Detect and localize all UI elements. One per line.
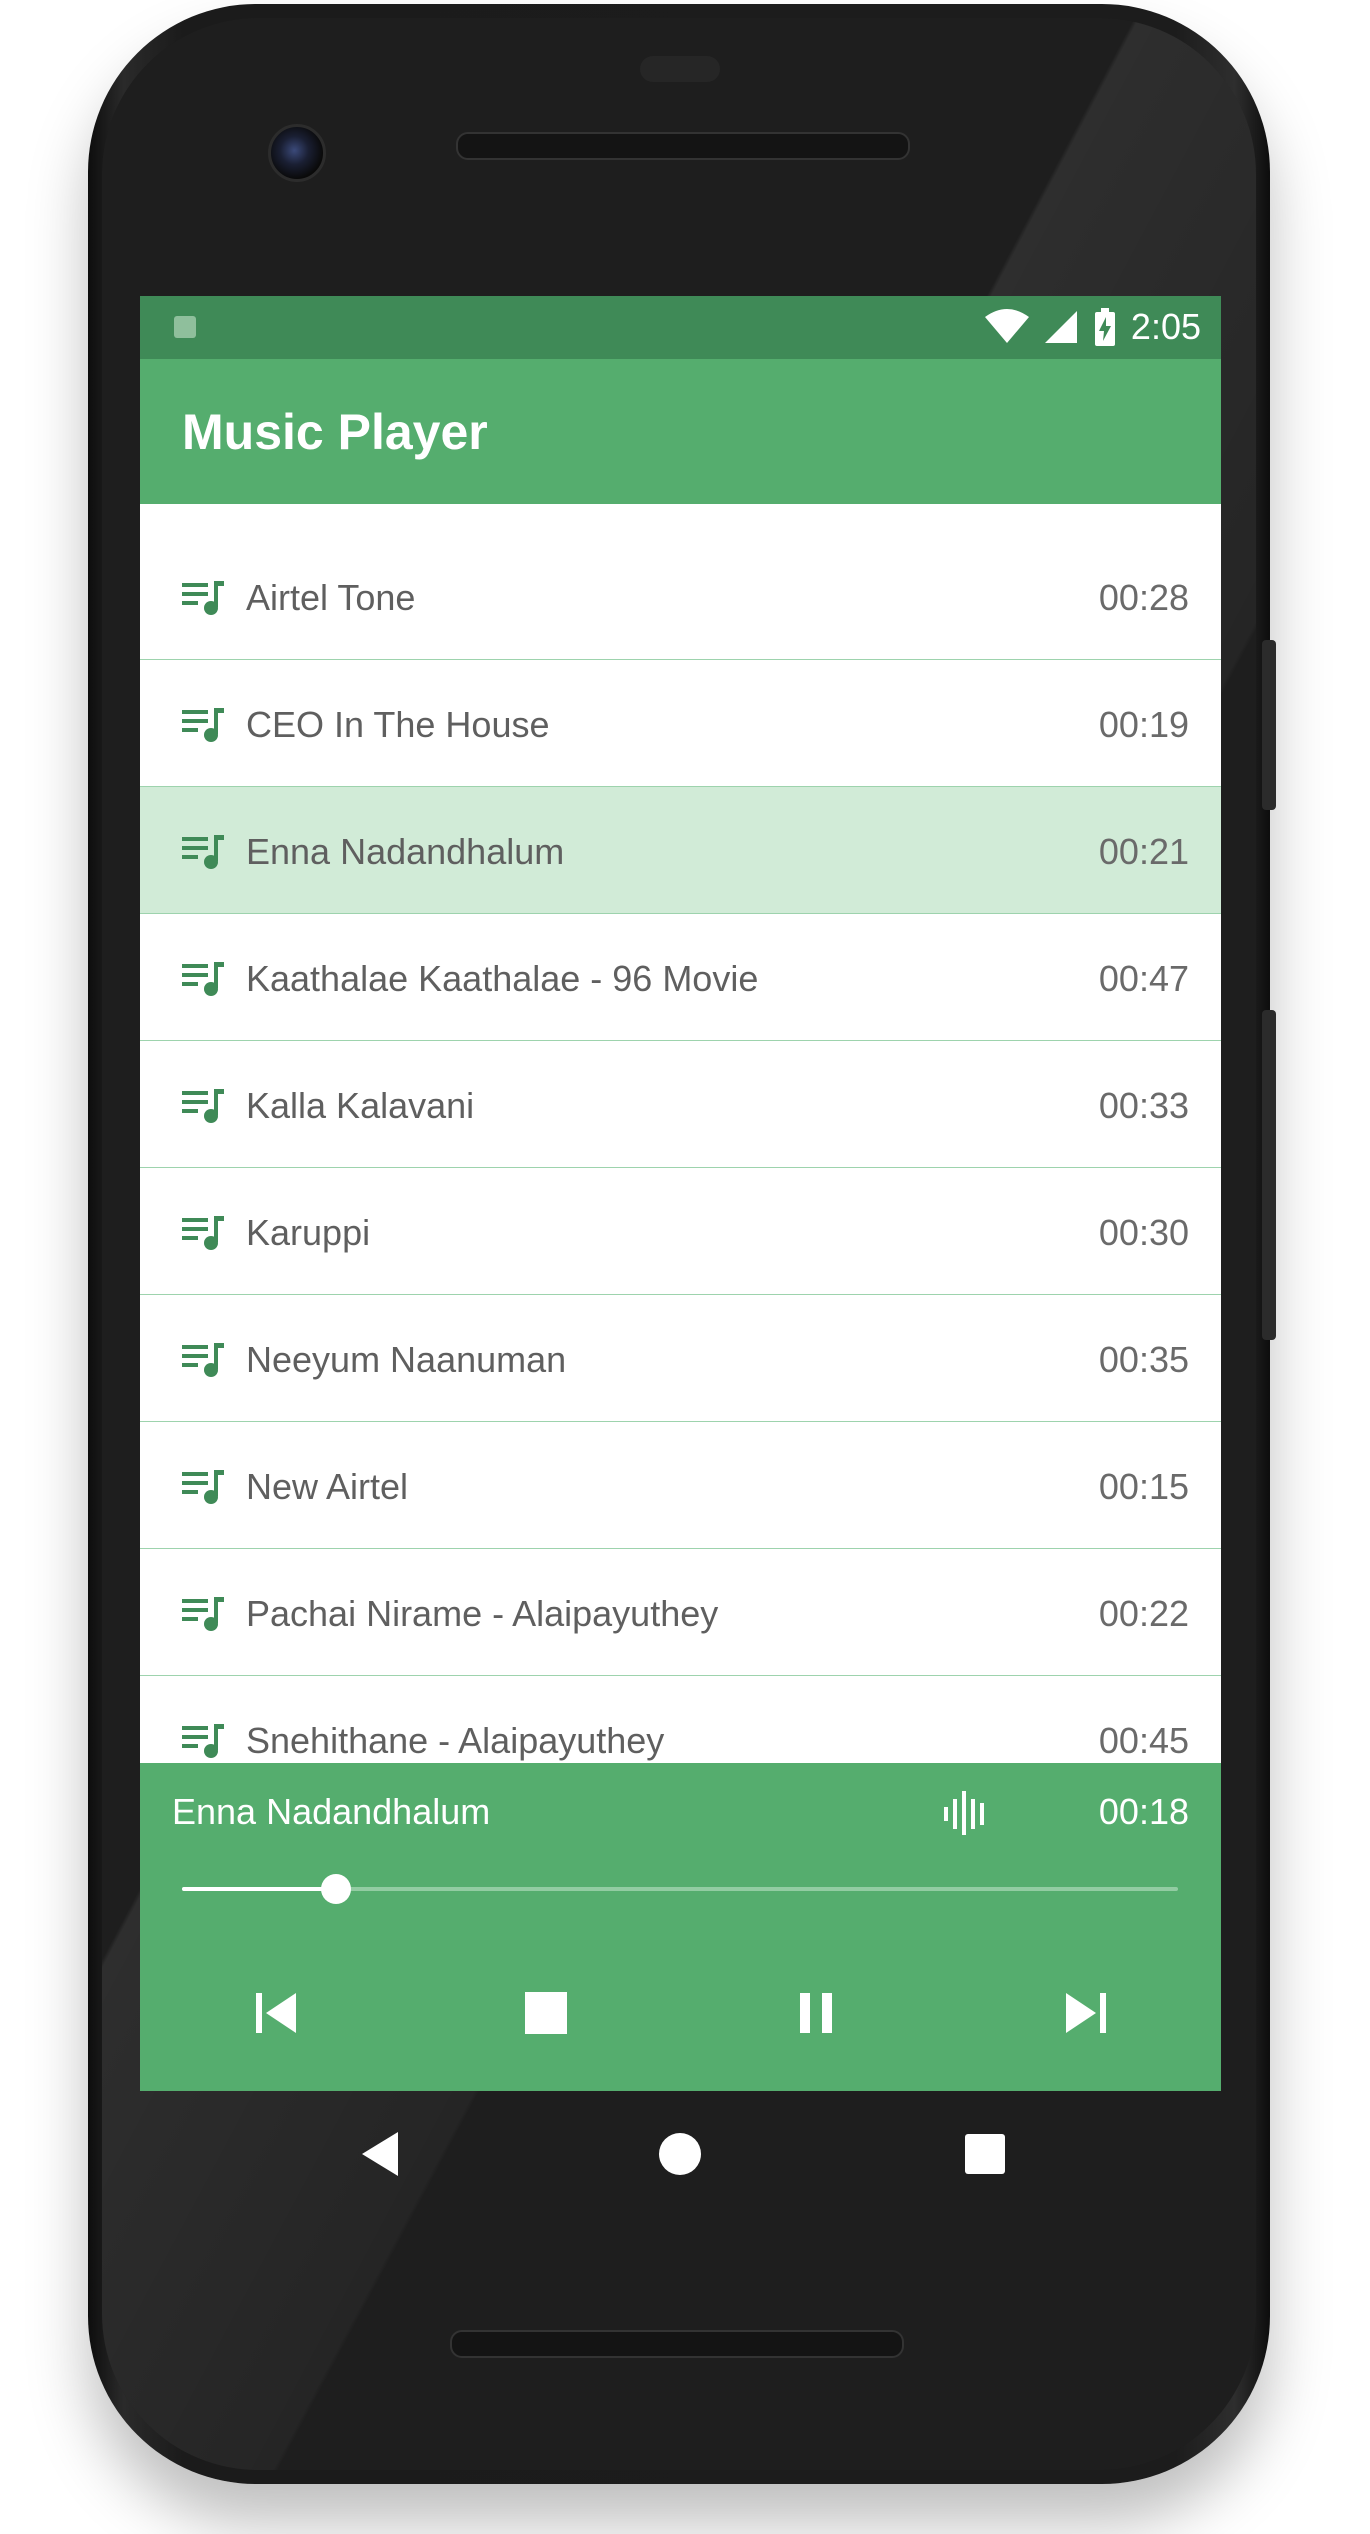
- playlist-music-icon: [182, 708, 224, 742]
- playlist-music-icon: [182, 1089, 224, 1123]
- song-duration: 00:19: [1098, 704, 1189, 745]
- song-title: Airtel Tone: [246, 577, 416, 618]
- proximity-sensor: [640, 56, 720, 82]
- song-row[interactable]: CEO In The House 00:19: [140, 660, 1221, 788]
- song-duration: 00:35: [1098, 1339, 1189, 1380]
- playlist-music-icon: [182, 1470, 224, 1504]
- volume-button: [1262, 1010, 1276, 1340]
- bottom-speaker: [450, 2330, 904, 2358]
- song-row[interactable]: Karuppi 00:30: [140, 1168, 1221, 1296]
- playlist-music-icon: [182, 1724, 224, 1758]
- pause-button[interactable]: [776, 1973, 856, 2053]
- next-button[interactable]: [1046, 1973, 1126, 2053]
- song-duration: 00:30: [1098, 1212, 1189, 1253]
- now-playing-bar: Enna Nadandhalum 00:18: [140, 1763, 1221, 2091]
- equalizer-icon[interactable]: [942, 1791, 990, 1835]
- song-title: CEO In The House: [246, 704, 550, 745]
- song-duration: 00:45: [1098, 1720, 1189, 1761]
- song-title: Pachai Nirame - Alaipayuthey: [246, 1593, 719, 1634]
- front-camera: [268, 124, 326, 182]
- playback-controls: [140, 1973, 1221, 2053]
- playlist-music-icon: [182, 1597, 224, 1631]
- status-bar: 2:05: [140, 296, 1221, 359]
- song-row[interactable]: Airtel Tone 00:28: [140, 533, 1221, 661]
- song-title: Enna Nadandhalum: [246, 831, 565, 872]
- app-screen: 2:05 Music Player Airtel Tone 00:28 CEO In…: [140, 296, 1221, 2091]
- song-duration: 00:33: [1098, 1085, 1189, 1126]
- song-duration: 00:15: [1098, 1466, 1189, 1507]
- song-title: Karuppi: [246, 1212, 371, 1253]
- song-duration: 00:28: [1098, 577, 1189, 618]
- song-duration: 00:47: [1098, 958, 1189, 999]
- app-bar: Music Player: [140, 359, 1221, 504]
- song-title: Kaathalae Kaathalae - 96 Movie: [246, 958, 759, 999]
- song-row[interactable]: Neeyum Naanuman 00:35: [140, 1295, 1221, 1423]
- home-button[interactable]: [647, 2121, 713, 2187]
- song-title: Kalla Kalavani: [246, 1085, 475, 1126]
- notification-icon: [174, 316, 196, 338]
- song-title: Snehithane - Alaipayuthey: [246, 1720, 665, 1761]
- seek-bar-thumb[interactable]: [321, 1874, 352, 1904]
- song-row[interactable]: Kaathalae Kaathalae - 96 Movie 00:47: [140, 914, 1221, 1042]
- signal-icon: [1044, 311, 1077, 343]
- earpiece-speaker: [456, 132, 910, 160]
- song-row[interactable]: Kalla Kalavani 00:33: [140, 1041, 1221, 1169]
- power-button: [1262, 640, 1276, 810]
- song-title: New Airtel: [246, 1466, 409, 1507]
- system-nav-bar: [140, 2091, 1221, 2217]
- seek-bar[interactable]: [182, 1874, 1178, 1904]
- playlist-music-icon: [182, 835, 224, 869]
- back-icon: [362, 2132, 398, 2176]
- recents-button[interactable]: [952, 2121, 1018, 2187]
- song-row[interactable]: New Airtel 00:15: [140, 1422, 1221, 1550]
- song-row[interactable]: Pachai Nirame - Alaipayuthey 00:22: [140, 1549, 1221, 1677]
- wifi-icon: [984, 309, 1029, 343]
- stop-icon: [525, 1992, 567, 2034]
- back-button[interactable]: [347, 2121, 413, 2187]
- playlist-music-icon: [182, 581, 224, 615]
- status-icons: 2:05: [984, 302, 1201, 352]
- battery-charging-icon: [1094, 308, 1115, 346]
- song-duration: 00:21: [1098, 831, 1189, 872]
- previous-button[interactable]: [236, 1973, 316, 2053]
- playlist-music-icon: [182, 962, 224, 996]
- playlist-music-icon: [182, 1216, 224, 1250]
- pause-icon: [800, 1993, 832, 2033]
- home-icon: [659, 2133, 701, 2175]
- status-time: 2:05: [1130, 306, 1201, 347]
- stop-button[interactable]: [506, 1973, 586, 2053]
- playlist-music-icon: [182, 1343, 224, 1377]
- skip-next-icon: [1066, 1993, 1106, 2033]
- skip-previous-icon: [256, 1993, 296, 2033]
- app-title: Music Player: [182, 404, 488, 460]
- seek-bar-progress: [182, 1887, 337, 1891]
- now-playing-title: Enna Nadandhalum: [172, 1791, 491, 1832]
- song-duration: 00:22: [1098, 1593, 1189, 1634]
- song-row[interactable]: Enna Nadandhalum 00:21: [140, 787, 1221, 915]
- song-title: Neeyum Naanuman: [246, 1339, 567, 1380]
- recents-icon: [965, 2134, 1005, 2174]
- elapsed-time: 00:18: [1098, 1791, 1189, 1832]
